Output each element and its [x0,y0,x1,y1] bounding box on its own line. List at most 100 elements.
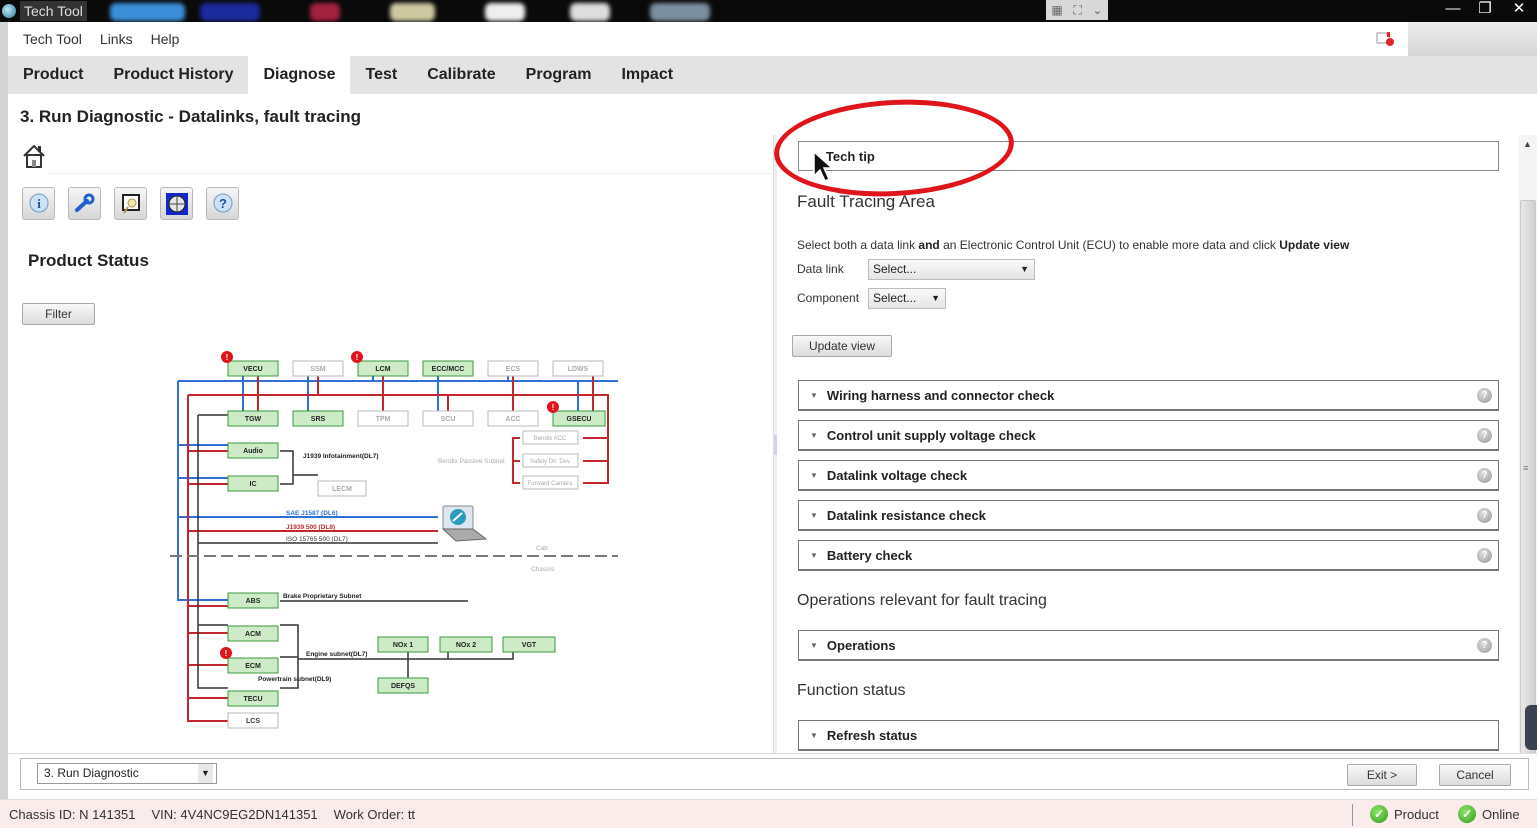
main-tabs: Product Product History Diagnose Test Ca… [8,56,1537,94]
svg-text:i: i [37,196,41,211]
fault-indicators[interactable]: ! ! ! ! [220,351,559,659]
expand-arrow-icon: ▼ [810,510,818,520]
expand-arrow-icon: ▼ [810,550,818,560]
tab-product[interactable]: Product [8,56,98,94]
chevron-down-icon[interactable]: ⌄ [1093,3,1103,17]
operations-accordion[interactable]: ▼ Operations ? [798,630,1499,661]
svg-text:!: ! [552,403,555,412]
ecu-lcm: LCM [357,360,409,377]
help-icon[interactable]: ? [1477,428,1492,443]
svg-text:ECM: ECM [245,663,261,670]
svg-text:ECS: ECS [506,366,521,373]
exit-button[interactable]: Exit > [1347,764,1417,786]
expand-arrow-icon: ▼ [810,730,818,740]
help-icon[interactable]: ? [1477,638,1492,653]
svg-text:ECC/MCC: ECC/MCC [432,366,465,373]
ecu-acm: ACM [227,625,279,642]
refresh-status-accordion[interactable]: ▼ Refresh status [798,720,1499,751]
vertical-scrollbar[interactable]: ▲ ≡ [1519,135,1537,760]
wrench-icon[interactable] [68,187,101,220]
ecu-tpm: TPM [357,410,409,427]
minimize-button[interactable]: — [1437,0,1469,20]
battery-check-accordion[interactable]: ▼ Battery check ? [798,540,1499,571]
vin: VIN: 4V4NC9EG2DN141351 [151,806,318,822]
mouse-cursor-icon [813,150,834,183]
notification-icon[interactable] [1376,31,1396,47]
page-title: 3. Run Diagnostic - Datalinks, fault tra… [20,107,361,126]
svg-text:TPM: TPM [376,416,391,423]
info-icon[interactable]: i [22,187,55,220]
svg-text:ACC: ACC [505,416,520,423]
check-icon: ✓ [1458,805,1476,823]
side-overlay-tab[interactable] [1525,705,1537,750]
svg-text:GSECU: GSECU [567,416,592,423]
home-icon[interactable] [20,138,48,174]
scrollbar-thumb[interactable] [1520,200,1536,760]
svg-text:SAE J1587 (DL6): SAE J1587 (DL6) [286,510,338,517]
svg-text:LCS: LCS [246,718,260,725]
ecu-vecu: VECU [227,360,279,377]
svg-text:Safety Dir. Dev: Safety Dir. Dev [530,459,570,465]
fault-icon-vecu: ! [221,351,233,363]
tab-impact[interactable]: Impact [606,56,688,94]
filter-button[interactable]: Filter [22,303,95,325]
ecu-audio: Audio [227,442,279,459]
datalink-voltage-check-accordion[interactable]: ▼ Datalink voltage check ? [798,460,1499,491]
update-view-button[interactable]: Update view [792,335,892,357]
function-status-title: Function status [797,682,906,699]
tab-diagnose[interactable]: Diagnose [248,56,351,94]
svg-text:LCM: LCM [375,366,390,373]
expand-arrow-icon: ▼ [810,430,818,440]
tab-test[interactable]: Test [350,56,412,94]
operations-section-title: Operations relevant for fault tracing [797,592,1047,609]
help-icon[interactable]: ? [206,187,239,220]
chassis-id: Chassis ID: N 141351 [9,806,136,822]
product-status-indicator: ✓ Product [1370,805,1439,823]
status-bar: Chassis ID: N 141351 VIN: 4V4NC9EG2DN141… [0,799,1537,828]
ecu-safety-dir: Safety Dir. Dev [522,453,579,468]
menu-tech-tool[interactable]: Tech Tool [23,31,82,47]
svg-text:TGW: TGW [245,416,262,423]
step-select[interactable]: 3. Run Diagnostic ▼ [37,763,217,784]
menu-bar-filler [1408,22,1537,56]
control-unit-voltage-check-accordion[interactable]: ▼ Control unit supply voltage check ? [798,420,1499,451]
restore-button[interactable]: ❐ [1469,0,1501,20]
tab-program[interactable]: Program [511,56,607,94]
wiring-harness-check-accordion[interactable]: ▼ Wiring harness and connector check ? [798,380,1499,411]
expand-arrow-icon: ▼ [810,390,818,400]
globe-icon[interactable] [160,187,193,220]
svg-text:Audio: Audio [243,448,263,455]
component-label: Component [797,291,860,305]
tab-product-history[interactable]: Product History [98,56,248,94]
expand-icon[interactable]: ⛶ [1073,3,1081,18]
datalink-resistance-check-accordion[interactable]: ▼ Datalink resistance check ? [798,500,1499,531]
help-icon[interactable]: ? [1477,468,1492,483]
help-icon[interactable]: ? [1477,548,1492,563]
menu-help[interactable]: Help [151,31,180,47]
search-document-icon[interactable] [114,187,147,220]
expand-arrow-icon: ▼ [810,470,818,480]
help-icon[interactable]: ? [1477,508,1492,523]
instruction-text: Select both a data link and an Electroni… [797,238,1350,252]
grip-icon: ≡ [1523,463,1529,473]
close-button[interactable]: ✕ [1501,0,1537,20]
help-icon[interactable]: ? [1477,388,1492,403]
tab-calibrate[interactable]: Calibrate [412,56,510,94]
svg-text:J1939 500 (DL8): J1939 500 (DL8) [286,524,335,531]
online-status-indicator: ✓ Online [1458,805,1520,823]
ecu-acc: ACC [487,410,539,427]
svg-text:LDWS: LDWS [568,366,589,373]
data-link-select[interactable]: Select... ▼ [868,259,1035,280]
layout-buttons[interactable]: ▦ ⛶ ⌄ [1046,0,1108,20]
menu-links[interactable]: Links [100,31,133,47]
ecu-ecs: ECS [487,360,539,377]
ecu-defqs: DEFQS [377,677,429,694]
component-select[interactable]: Select... ▼ [868,288,946,309]
grid-icon[interactable]: ▦ [1051,3,1062,17]
cancel-button[interactable]: Cancel [1439,764,1511,786]
svg-text:Cab: Cab [536,545,548,552]
svg-text:Brake Proprietary Subnet: Brake Proprietary Subnet [283,593,362,600]
scroll-up-icon[interactable]: ▲ [1523,139,1532,149]
svg-text:VECU: VECU [243,366,262,373]
ecu-forward-camera: Forward Camera [522,475,579,490]
